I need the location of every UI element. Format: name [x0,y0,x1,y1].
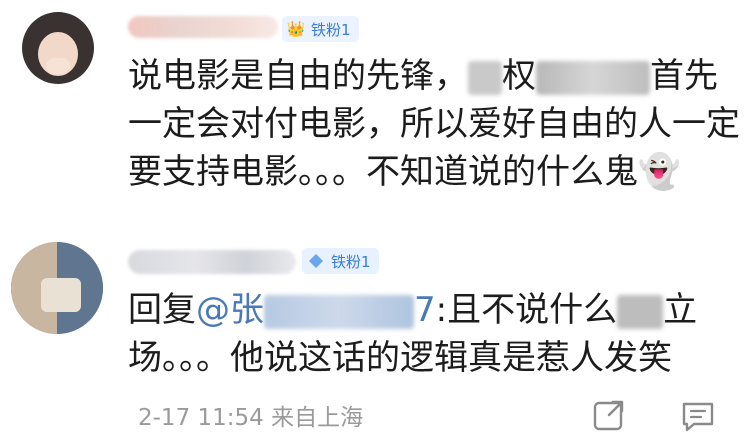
fan-badge[interactable]: 👑 铁粉1 [282,16,359,42]
fan-badge-label: 铁粉1 [311,20,351,39]
location: 来自上海 [271,405,364,431]
fan-badge[interactable]: 铁粉1 [302,248,379,274]
diamond-icon [306,251,326,271]
avatar[interactable] [11,242,103,334]
redacted-text [617,294,664,329]
avatar-hand [46,58,70,74]
crown-icon: 👑 [286,20,306,38]
comment-text-part: 权 [502,56,536,96]
share-icon[interactable] [592,398,626,432]
username-redacted[interactable] [128,250,296,274]
redacted-text [264,294,414,329]
avatar-detail [41,278,81,312]
fan-badge-label: 铁粉1 [331,252,371,271]
username-redacted[interactable] [128,16,278,38]
reply-text: 回复@张 7:且不说什么 立场。。。他说这话的逻辑真是惹人发笑 [128,286,740,382]
comment-text-part: 说电影是自由的先锋， [128,56,468,96]
comment-text-part: :且不说什么 [435,290,618,330]
avatar[interactable] [22,12,94,84]
comment-meta: 2-17 11:54 来自上海 [138,398,363,432]
ghost-icon: 👻 [638,152,681,192]
mention-link[interactable]: @张 7 [196,290,436,330]
comment-icon[interactable] [680,400,716,432]
reply-prefix: 回复 [128,290,196,330]
timestamp: 2-17 11:54 [138,405,264,431]
redacted-text [468,60,502,95]
comment-text: 说电影是自由的先锋，权首先一定会对付电影，所以爱好自由的人一定要支持电影。。。不… [128,52,740,196]
redacted-text [536,60,650,95]
